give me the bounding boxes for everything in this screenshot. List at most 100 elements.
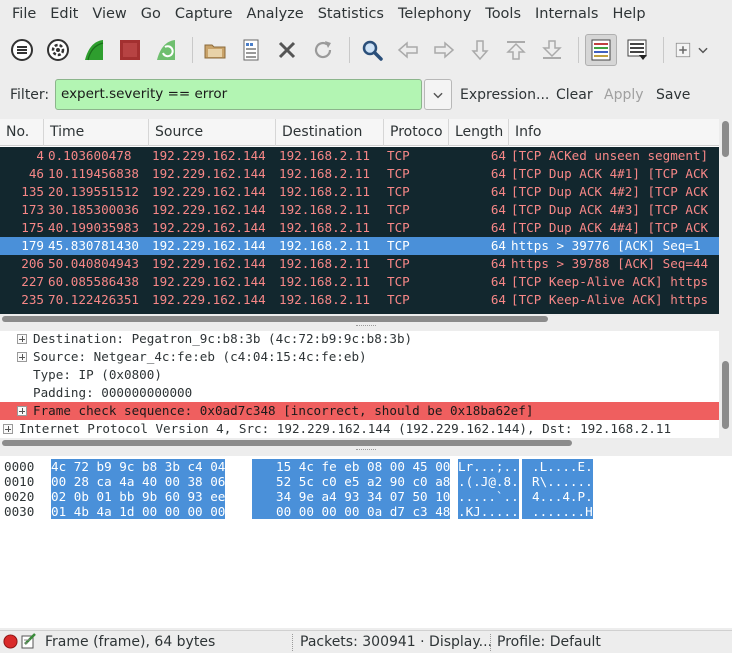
scrollbar-thumb[interactable]	[722, 361, 729, 429]
packet-row[interactable]: 173 30.185300036 192.229.162.144 192.168.2.…	[0, 201, 719, 219]
packet-cell-len: 64	[490, 292, 506, 307]
menu-edit[interactable]: Edit	[43, 0, 85, 28]
go-last-button[interactable]	[536, 34, 568, 66]
packet-row[interactable]: 235 70.122426351 192.229.162.144 192.168.2.…	[0, 291, 719, 309]
options-icon	[47, 39, 69, 61]
column-header-no[interactable]: No.	[0, 119, 44, 146]
go-first-button[interactable]	[500, 34, 532, 66]
expand-icon[interactable]	[3, 424, 13, 434]
detail-tree-item[interactable]: Frame check sequence: 0x0ad7c348 [incorr…	[0, 402, 719, 420]
column-header-length[interactable]: Length	[449, 119, 509, 146]
packet-cell-src: 192.229.162.144	[152, 292, 266, 307]
toolbar-separator	[663, 37, 664, 63]
column-header-source[interactable]: Source	[149, 119, 276, 146]
go-forward-button[interactable]	[428, 34, 460, 66]
detail-tree-item[interactable]: Source: Netgear_4c:fe:eb (c4:04:15:4c:fe…	[0, 348, 719, 366]
detail-tree-label: Destination: Pegatron_9c:b8:3b (4c:72:b9…	[33, 331, 413, 346]
packet-list-vertical-scrollbar[interactable]	[719, 119, 732, 314]
detail-tree-item[interactable]: Destination: Pegatron_9c:b8:3b (4c:72:b9…	[0, 331, 719, 348]
open-file-button[interactable]	[199, 34, 231, 66]
packet-bytes-pane[interactable]: 0000 4c 72 b9 9c b8 3b c4 04 15 4c fe eb 0…	[0, 456, 732, 628]
menu-telephony[interactable]: Telephony	[391, 0, 478, 28]
menu-view[interactable]: View	[85, 0, 133, 28]
colorize-button[interactable]	[585, 34, 617, 66]
options-button[interactable]	[42, 34, 74, 66]
bytes-selection-gap	[252, 504, 276, 519]
close-file-button[interactable]	[271, 34, 303, 66]
scrollbar-thumb[interactable]	[2, 316, 548, 322]
packet-list[interactable]: No. Time Source Destination Protoco Leng…	[0, 119, 719, 314]
packet-cell-info: [TCP Keep-Alive ACK] https	[511, 274, 709, 289]
start-capture-button[interactable]	[78, 34, 110, 66]
bytes-selection-gap	[252, 474, 276, 489]
detail-tree-item[interactable]: Padding: 000000000000	[0, 384, 719, 402]
autoscroll-button[interactable]	[621, 34, 653, 66]
packet-row[interactable]: 4 0.103600478 192.229.162.144 192.168.2.11 T…	[0, 147, 719, 165]
menu-capture[interactable]: Capture	[168, 0, 240, 28]
apply-button[interactable]: Apply	[604, 87, 644, 103]
column-header-info[interactable]: Info	[509, 119, 719, 146]
packet-details-tree[interactable]: Destination: Pegatron_9c:b8:3b (4c:72:b9…	[0, 331, 719, 438]
packet-cell-src: 192.229.162.144	[152, 256, 266, 271]
packet-cell-time: 70.122426351	[48, 292, 139, 307]
menu-tools[interactable]: Tools	[478, 0, 528, 28]
interfaces-button[interactable]	[6, 34, 38, 66]
packet-row[interactable]: 227 60.085586438 192.229.162.144 192.168.2.…	[0, 273, 719, 291]
zoom-in-button[interactable]	[670, 34, 714, 66]
menu-internals[interactable]: Internals	[528, 0, 605, 28]
menu-go[interactable]: Go	[134, 0, 168, 28]
menu-statistics[interactable]: Statistics	[311, 0, 391, 28]
packet-cell-len: 64	[490, 238, 506, 253]
filter-dropdown-button[interactable]	[424, 79, 452, 110]
packet-cell-dst: 192.168.2.11	[279, 166, 370, 181]
go-last-icon	[542, 40, 562, 59]
save-file-button[interactable]	[235, 34, 267, 66]
expression-button[interactable]: Expression...	[460, 87, 549, 103]
expand-icon[interactable]	[17, 334, 27, 344]
expert-info-icon[interactable]	[3, 634, 18, 653]
find-button[interactable]	[356, 34, 388, 66]
column-header-protocol[interactable]: Protoco	[384, 119, 449, 146]
menu-help[interactable]: Help	[605, 0, 652, 28]
packet-cell-dst: 192.168.2.11	[279, 292, 370, 307]
go-back-button[interactable]	[392, 34, 424, 66]
packet-row[interactable]: 135 20.139551512 192.229.162.144 192.168.2.…	[0, 183, 719, 201]
column-header-destination[interactable]: Destination	[276, 119, 384, 146]
filter-input[interactable]: expert.severity == error	[55, 79, 422, 110]
packet-cell-len: 64	[490, 184, 506, 199]
reload-button[interactable]	[307, 34, 339, 66]
reload-icon	[314, 41, 332, 59]
clear-button[interactable]: Clear	[556, 87, 593, 103]
filter-label: Filter:	[10, 87, 50, 103]
packet-cell-no: 179	[21, 238, 44, 253]
details-vertical-scrollbar[interactable]	[719, 331, 732, 438]
capture-comments-icon[interactable]	[21, 633, 37, 653]
packet-cell-time: 20.139551512	[48, 184, 139, 199]
column-header-time[interactable]: Time	[44, 119, 149, 146]
packet-row[interactable]: 206 50.040804943 192.229.162.144 192.168.2.…	[0, 255, 719, 273]
detail-tree-item[interactable]: Internet Protocol Version 4, Src: 192.22…	[0, 420, 719, 438]
open-file-icon	[204, 44, 226, 59]
pane-splitter[interactable]	[0, 324, 732, 330]
scrollbar-thumb[interactable]	[2, 440, 572, 446]
bytes-hex: 52 5c c0 e5 a2 90 c0 a8	[276, 474, 451, 489]
detail-tree-item[interactable]: Type: IP (0x0800)	[0, 366, 719, 384]
details-horizontal-scrollbar[interactable]	[0, 438, 719, 448]
pane-splitter[interactable]	[0, 448, 732, 454]
packet-row[interactable]: 46 10.119456838 192.229.162.144 192.168.2.1…	[0, 165, 719, 183]
detail-tree-label: Padding: 000000000000	[33, 385, 193, 400]
go-to-packet-button[interactable]	[464, 34, 496, 66]
expand-icon[interactable]	[17, 352, 27, 362]
packet-list-horizontal-scrollbar[interactable]	[0, 314, 719, 324]
menu-analyze[interactable]: Analyze	[240, 0, 311, 28]
scrollbar-thumb[interactable]	[722, 121, 729, 157]
stop-capture-button[interactable]	[114, 34, 146, 66]
restart-capture-button[interactable]	[150, 34, 182, 66]
status-profile[interactable]: Profile: Default	[497, 634, 601, 650]
menu-file[interactable]: File	[5, 0, 43, 28]
toolbar-separator	[349, 37, 350, 63]
packet-row[interactable]: 179 45.830781430 192.229.162.144 192.168.2.…	[0, 237, 719, 255]
packet-row[interactable]: 175 40.199035983 192.229.162.144 192.168.2.…	[0, 219, 719, 237]
save-filter-button[interactable]: Save	[656, 87, 690, 103]
expand-icon[interactable]	[17, 406, 27, 416]
